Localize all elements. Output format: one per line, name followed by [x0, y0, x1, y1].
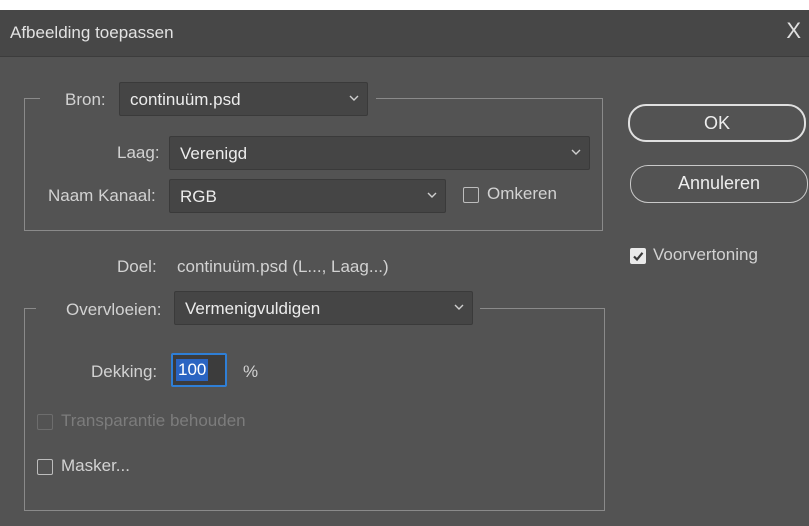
- dekking-unit: %: [243, 362, 259, 381]
- ok-button[interactable]: OK: [628, 104, 806, 142]
- dekking-input[interactable]: 100: [171, 353, 227, 387]
- close-icon[interactable]: X: [786, 19, 801, 43]
- voorvertoning-label[interactable]: Voorvertoning: [653, 245, 758, 265]
- transparantie-checkbox[interactable]: [37, 414, 53, 430]
- masker-label[interactable]: Masker...: [61, 456, 130, 476]
- transparantie-label: Transparantie behouden: [61, 411, 246, 430]
- chevron-down-icon: [349, 95, 359, 101]
- bron-select[interactable]: continuüm.psd: [119, 82, 368, 116]
- omkeren-label[interactable]: Omkeren: [487, 184, 557, 204]
- doel-value: continuüm.psd (L..., Laag...): [177, 257, 389, 276]
- cancel-button[interactable]: Annuleren: [630, 165, 808, 203]
- kanaal-label: Naam Kanaal:: [48, 186, 156, 205]
- masker-checkbox[interactable]: [37, 459, 53, 475]
- bron-label: Bron:: [65, 90, 106, 109]
- dialog-titlebar: Afbeelding toepassen X: [0, 10, 809, 57]
- laag-select[interactable]: Verenigd: [169, 136, 590, 170]
- chevron-down-icon: [427, 192, 437, 198]
- bron-value: continuüm.psd: [130, 90, 241, 109]
- voorvertoning-checkbox[interactable]: [630, 248, 646, 264]
- overvloeien-value: Vermenigvuldigen: [185, 299, 321, 318]
- dekking-value: 100: [176, 359, 209, 381]
- kanaal-select[interactable]: RGB: [169, 179, 446, 213]
- blend-group-frame: [24, 308, 605, 511]
- top-edge-strip: [0, 0, 809, 10]
- chevron-down-icon: [571, 149, 581, 155]
- dekking-label: Dekking:: [91, 362, 158, 381]
- laag-label: Laag:: [117, 143, 160, 162]
- overvloeien-label: Overvloeien:: [66, 300, 162, 319]
- dialog-title: Afbeelding toepassen: [10, 23, 174, 42]
- checkmark-icon: [633, 252, 644, 262]
- doel-label: Doel:: [117, 257, 157, 276]
- laag-value: Verenigd: [180, 144, 248, 163]
- chevron-down-icon: [454, 304, 464, 310]
- omkeren-checkbox[interactable]: [463, 187, 479, 203]
- overvloeien-select[interactable]: Vermenigvuldigen: [174, 291, 473, 325]
- kanaal-value: RGB: [180, 187, 217, 206]
